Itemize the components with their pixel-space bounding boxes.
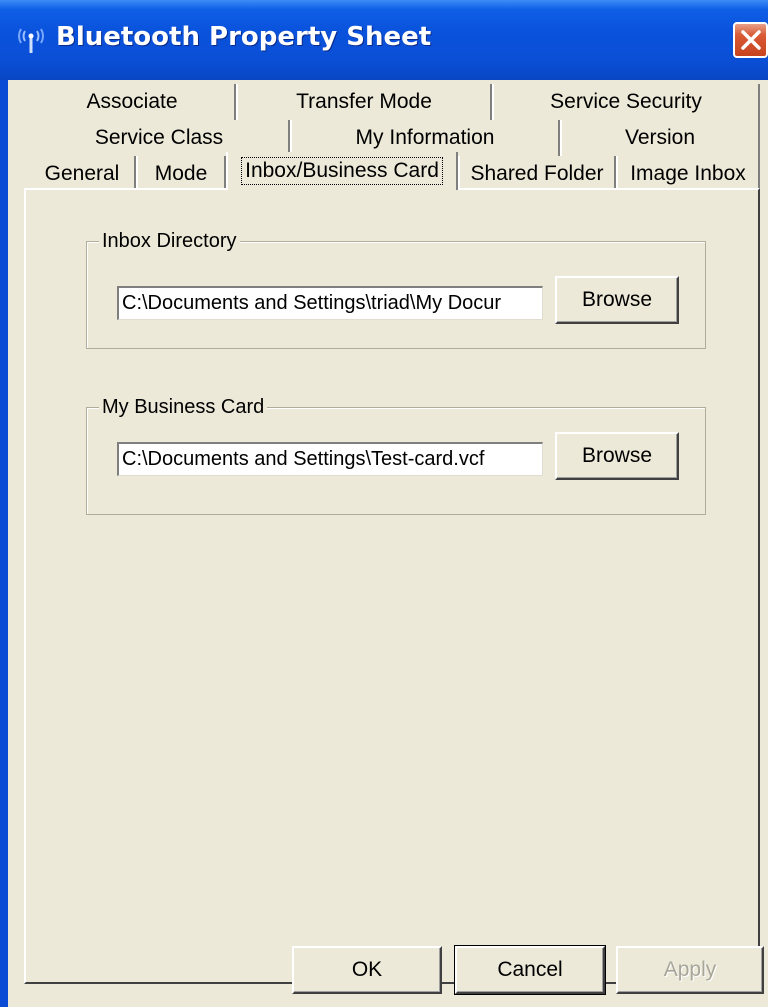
tab-label: Transfer Mode: [296, 90, 432, 113]
tab-label: General: [44, 162, 120, 185]
ok-button[interactable]: OK: [292, 946, 442, 994]
tab-label: My Information: [355, 126, 495, 149]
tab-image-inbox[interactable]: Image Inbox: [616, 156, 760, 192]
bluetooth-antenna-icon: [18, 28, 44, 54]
tab-version[interactable]: Version: [560, 120, 760, 156]
tab-label: Associate: [86, 90, 178, 113]
property-sheet-window: Bluetooth Property Sheet Associate Trans…: [0, 0, 768, 1007]
business-card-browse-button[interactable]: Browse: [555, 432, 679, 480]
inbox-directory-field[interactable]: C:\Documents and Settings\triad\My Docur: [117, 286, 543, 320]
tab-label: Inbox/Business Card: [241, 157, 443, 185]
apply-button[interactable]: Apply: [616, 946, 764, 994]
tab-label: Mode: [154, 162, 208, 185]
tab-my-information[interactable]: My Information: [290, 120, 560, 156]
business-card-label: My Business Card: [99, 396, 268, 418]
tab-label: Image Inbox: [630, 162, 746, 185]
tab-service-class[interactable]: Service Class: [30, 120, 290, 156]
title-bar[interactable]: Bluetooth Property Sheet: [0, 0, 768, 80]
tab-general[interactable]: General: [30, 156, 136, 192]
tab-label: Shared Folder: [470, 162, 604, 185]
tab-inbox-business-card[interactable]: Inbox/Business Card: [226, 152, 458, 190]
tab-label: Service Class: [94, 126, 224, 149]
close-button[interactable]: [733, 22, 768, 58]
tab-transfer-mode[interactable]: Transfer Mode: [236, 84, 492, 120]
window-title: Bluetooth Property Sheet: [56, 22, 432, 52]
tab-label: Version: [624, 126, 696, 149]
inbox-directory-label: Inbox Directory: [99, 230, 240, 252]
tab-shared-folder[interactable]: Shared Folder: [458, 156, 616, 192]
tab-mode[interactable]: Mode: [136, 156, 226, 192]
tab-label: Service Security: [550, 90, 702, 113]
tab-associate[interactable]: Associate: [30, 84, 236, 120]
business-card-field[interactable]: C:\Documents and Settings\Test-card.vcf: [117, 442, 543, 476]
inbox-browse-button[interactable]: Browse: [555, 276, 679, 324]
tab-service-security[interactable]: Service Security: [492, 84, 760, 120]
cancel-button[interactable]: Cancel: [454, 945, 606, 995]
